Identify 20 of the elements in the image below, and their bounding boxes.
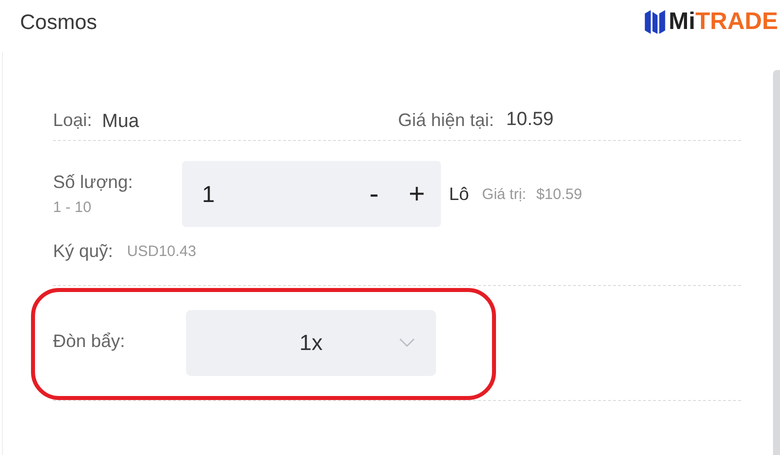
decrement-button[interactable]: - bbox=[363, 178, 385, 210]
field-label: Giá hiện tại: bbox=[398, 110, 494, 130]
chevron-down-icon bbox=[399, 338, 415, 348]
field-label: Ký quỹ: bbox=[53, 240, 114, 262]
logo-icon bbox=[644, 8, 666, 36]
unit-label: Lô bbox=[449, 184, 470, 204]
leverage-dropdown[interactable]: 1x bbox=[186, 310, 436, 376]
increment-button[interactable]: + bbox=[402, 178, 431, 210]
field-label: Loại: bbox=[53, 110, 92, 130]
field-value: Mua bbox=[102, 111, 140, 133]
field-value: $10.59 bbox=[536, 186, 582, 202]
quantity-value[interactable]: 1 bbox=[202, 180, 346, 208]
brand-logo-text: MiTRADE bbox=[668, 8, 778, 36]
field-value: 10.59 bbox=[506, 109, 554, 131]
range-hint: 1 - 10 bbox=[53, 199, 92, 216]
field-label: Số lượng: bbox=[53, 172, 134, 193]
field-value: USD10.43 bbox=[127, 242, 196, 260]
field-label: Giá trị: bbox=[482, 186, 526, 202]
panel-title: Cosmos bbox=[20, 11, 98, 35]
field-label: Đòn bẩy: bbox=[53, 330, 126, 352]
